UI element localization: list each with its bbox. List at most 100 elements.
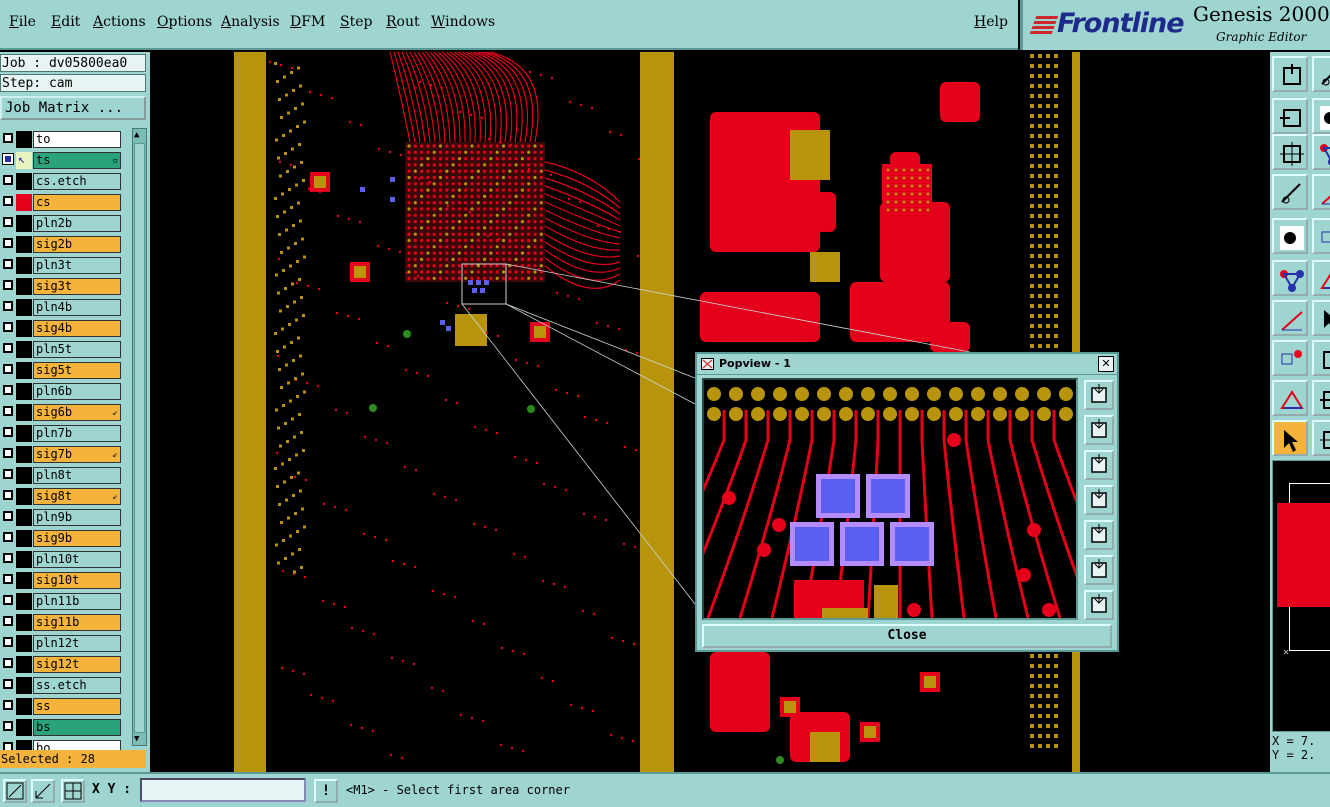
layer-name[interactable]: pln2b <box>33 215 121 232</box>
layer-scrollbar[interactable]: ▲ ▼ <box>132 128 147 746</box>
layer-name[interactable]: pln8t <box>33 467 121 484</box>
layer-color-swatch[interactable] <box>16 131 32 148</box>
net-tool-button-2[interactable] <box>1312 260 1330 296</box>
layer-color-swatch[interactable] <box>16 173 32 190</box>
layer-row-pln7b[interactable]: pln7b <box>0 425 121 442</box>
layer-row-cs[interactable]: cs <box>0 194 121 211</box>
layer-row-pln10t[interactable]: pln10t <box>0 551 121 568</box>
job-matrix-button[interactable]: Job Matrix ... <box>0 96 146 120</box>
layer-color-swatch[interactable] <box>16 299 32 316</box>
layer-row-sig2b[interactable]: sig2b <box>0 236 121 253</box>
measure-button[interactable] <box>31 779 55 803</box>
step-tool-button-2[interactable] <box>1312 98 1330 134</box>
layer-checkbox[interactable] <box>3 175 13 185</box>
layer-row-sig12t[interactable]: sig12t <box>0 656 121 673</box>
layer-name[interactable]: ss <box>33 698 121 715</box>
scroll-thumb[interactable] <box>134 143 145 733</box>
layer-checkbox[interactable] <box>3 133 13 143</box>
layer-color-swatch[interactable] <box>16 404 32 421</box>
popview-pan-right-button[interactable] <box>1084 520 1114 550</box>
edit-tool-button[interactable] <box>1272 174 1308 210</box>
layer-color-swatch[interactable] <box>16 593 32 610</box>
menu-windows[interactable]: Windows <box>431 14 495 30</box>
layer-checkbox[interactable] <box>3 301 13 311</box>
menu-edit[interactable]: Edit <box>51 14 80 30</box>
layer-color-swatch[interactable] <box>16 467 32 484</box>
layer-checkbox[interactable] <box>3 196 13 206</box>
popview-close-button[interactable]: Close <box>702 624 1112 648</box>
layer-color-swatch[interactable] <box>16 614 32 631</box>
layer-color-swatch[interactable] <box>16 257 32 274</box>
layer-row-pln9b[interactable]: pln9b <box>0 509 121 526</box>
layer-name[interactable]: pln6b <box>33 383 121 400</box>
layer-checkbox[interactable] <box>3 658 13 668</box>
alert-button[interactable]: ! <box>314 779 338 803</box>
net-tool-button[interactable] <box>1272 260 1308 296</box>
menu-dfm[interactable]: DFM <box>290 14 325 30</box>
layer-checkbox[interactable] <box>3 616 13 626</box>
menu-rout[interactable]: Rout <box>386 14 420 30</box>
layer-color-swatch[interactable] <box>16 320 32 337</box>
menu-help[interactable]: Help <box>974 14 1008 30</box>
layer-name[interactable]: pln12t <box>33 635 121 652</box>
popview-canvas[interactable] <box>702 378 1078 620</box>
layer-name[interactable]: sig5t <box>33 362 121 379</box>
zoom-fit-tool-button[interactable] <box>1272 134 1308 170</box>
layer-name[interactable]: ts ▫ <box>33 152 121 169</box>
layer-row-sig10t[interactable]: sig10t <box>0 572 121 589</box>
layer-name[interactable]: to <box>33 131 121 148</box>
layer-row-pln11b[interactable]: pln11b <box>0 593 121 610</box>
layer-checkbox[interactable] <box>3 364 13 374</box>
move-tool-button[interactable] <box>1272 56 1308 92</box>
pointer-tool-button[interactable] <box>1272 420 1308 456</box>
layer-checkbox[interactable] <box>2 153 14 165</box>
edit-tool-button-2[interactable] <box>1312 174 1330 210</box>
layer-color-swatch[interactable] <box>16 362 32 379</box>
layer-name[interactable]: pln4b <box>33 299 121 316</box>
layer-name[interactable]: sig9b <box>33 530 121 547</box>
layer-row-pln12t[interactable]: pln12t <box>0 635 121 652</box>
layer-checkbox[interactable] <box>3 637 13 647</box>
layer-checkbox[interactable] <box>3 217 13 227</box>
pointer-tool-button-2[interactable] <box>1312 420 1330 456</box>
zoom-area-button[interactable] <box>3 779 27 803</box>
layer-name[interactable]: pln5t <box>33 341 121 358</box>
layer-checkbox[interactable] <box>3 532 13 542</box>
layer-color-swatch[interactable] <box>16 719 32 736</box>
layer-color-swatch[interactable] <box>16 572 32 589</box>
menu-analysis[interactable]: Analysis <box>221 14 280 30</box>
layer-checkbox[interactable] <box>3 679 13 689</box>
layer-color-swatch[interactable] <box>16 341 32 358</box>
layer-row-bs[interactable]: bs <box>0 719 121 736</box>
layer-row-ts[interactable]: ↖ ts ▫ <box>0 152 121 169</box>
layer-row-pln5t[interactable]: pln5t <box>0 341 121 358</box>
layer-color-swatch[interactable] <box>16 656 32 673</box>
layer-checkbox[interactable] <box>3 469 13 479</box>
layer-row-sig9b[interactable]: sig9b <box>0 530 121 547</box>
layer-row-pln3t[interactable]: pln3t <box>0 257 121 274</box>
layer-row-pln4b[interactable]: pln4b <box>0 299 121 316</box>
layer-name[interactable]: sig4b <box>33 320 121 337</box>
layer-checkbox[interactable] <box>3 427 13 437</box>
layer-color-swatch[interactable] <box>16 488 32 505</box>
snap-grid-button[interactable] <box>61 779 85 803</box>
polygon-tool-button-2[interactable] <box>1312 340 1330 376</box>
layer-checkbox[interactable] <box>3 238 13 248</box>
arc-tool-button-2[interactable] <box>1312 380 1330 416</box>
layer-name[interactable]: pln3t <box>33 257 121 274</box>
layer-color-swatch[interactable] <box>16 677 32 694</box>
layer-checkbox[interactable] <box>3 490 13 500</box>
scroll-up-icon[interactable]: ▲ <box>134 129 139 141</box>
arc-tool-button[interactable] <box>1272 380 1308 416</box>
layer-row-cs-etch[interactable]: cs.etch <box>0 173 121 190</box>
layer-name[interactable]: sig3t <box>33 278 121 295</box>
popview-pan-down-button[interactable] <box>1084 450 1114 480</box>
menu-actions[interactable]: Actions <box>93 14 146 30</box>
layer-color-swatch[interactable] <box>16 530 32 547</box>
layer-checkbox[interactable] <box>3 511 13 521</box>
layer-row-pln6b[interactable]: pln6b <box>0 383 121 400</box>
layer-name[interactable]: cs <box>33 194 121 211</box>
xy-input[interactable] <box>140 778 306 802</box>
overview-map[interactable]: ✕ <box>1272 460 1330 732</box>
layer-row-sig5t[interactable]: sig5t <box>0 362 121 379</box>
